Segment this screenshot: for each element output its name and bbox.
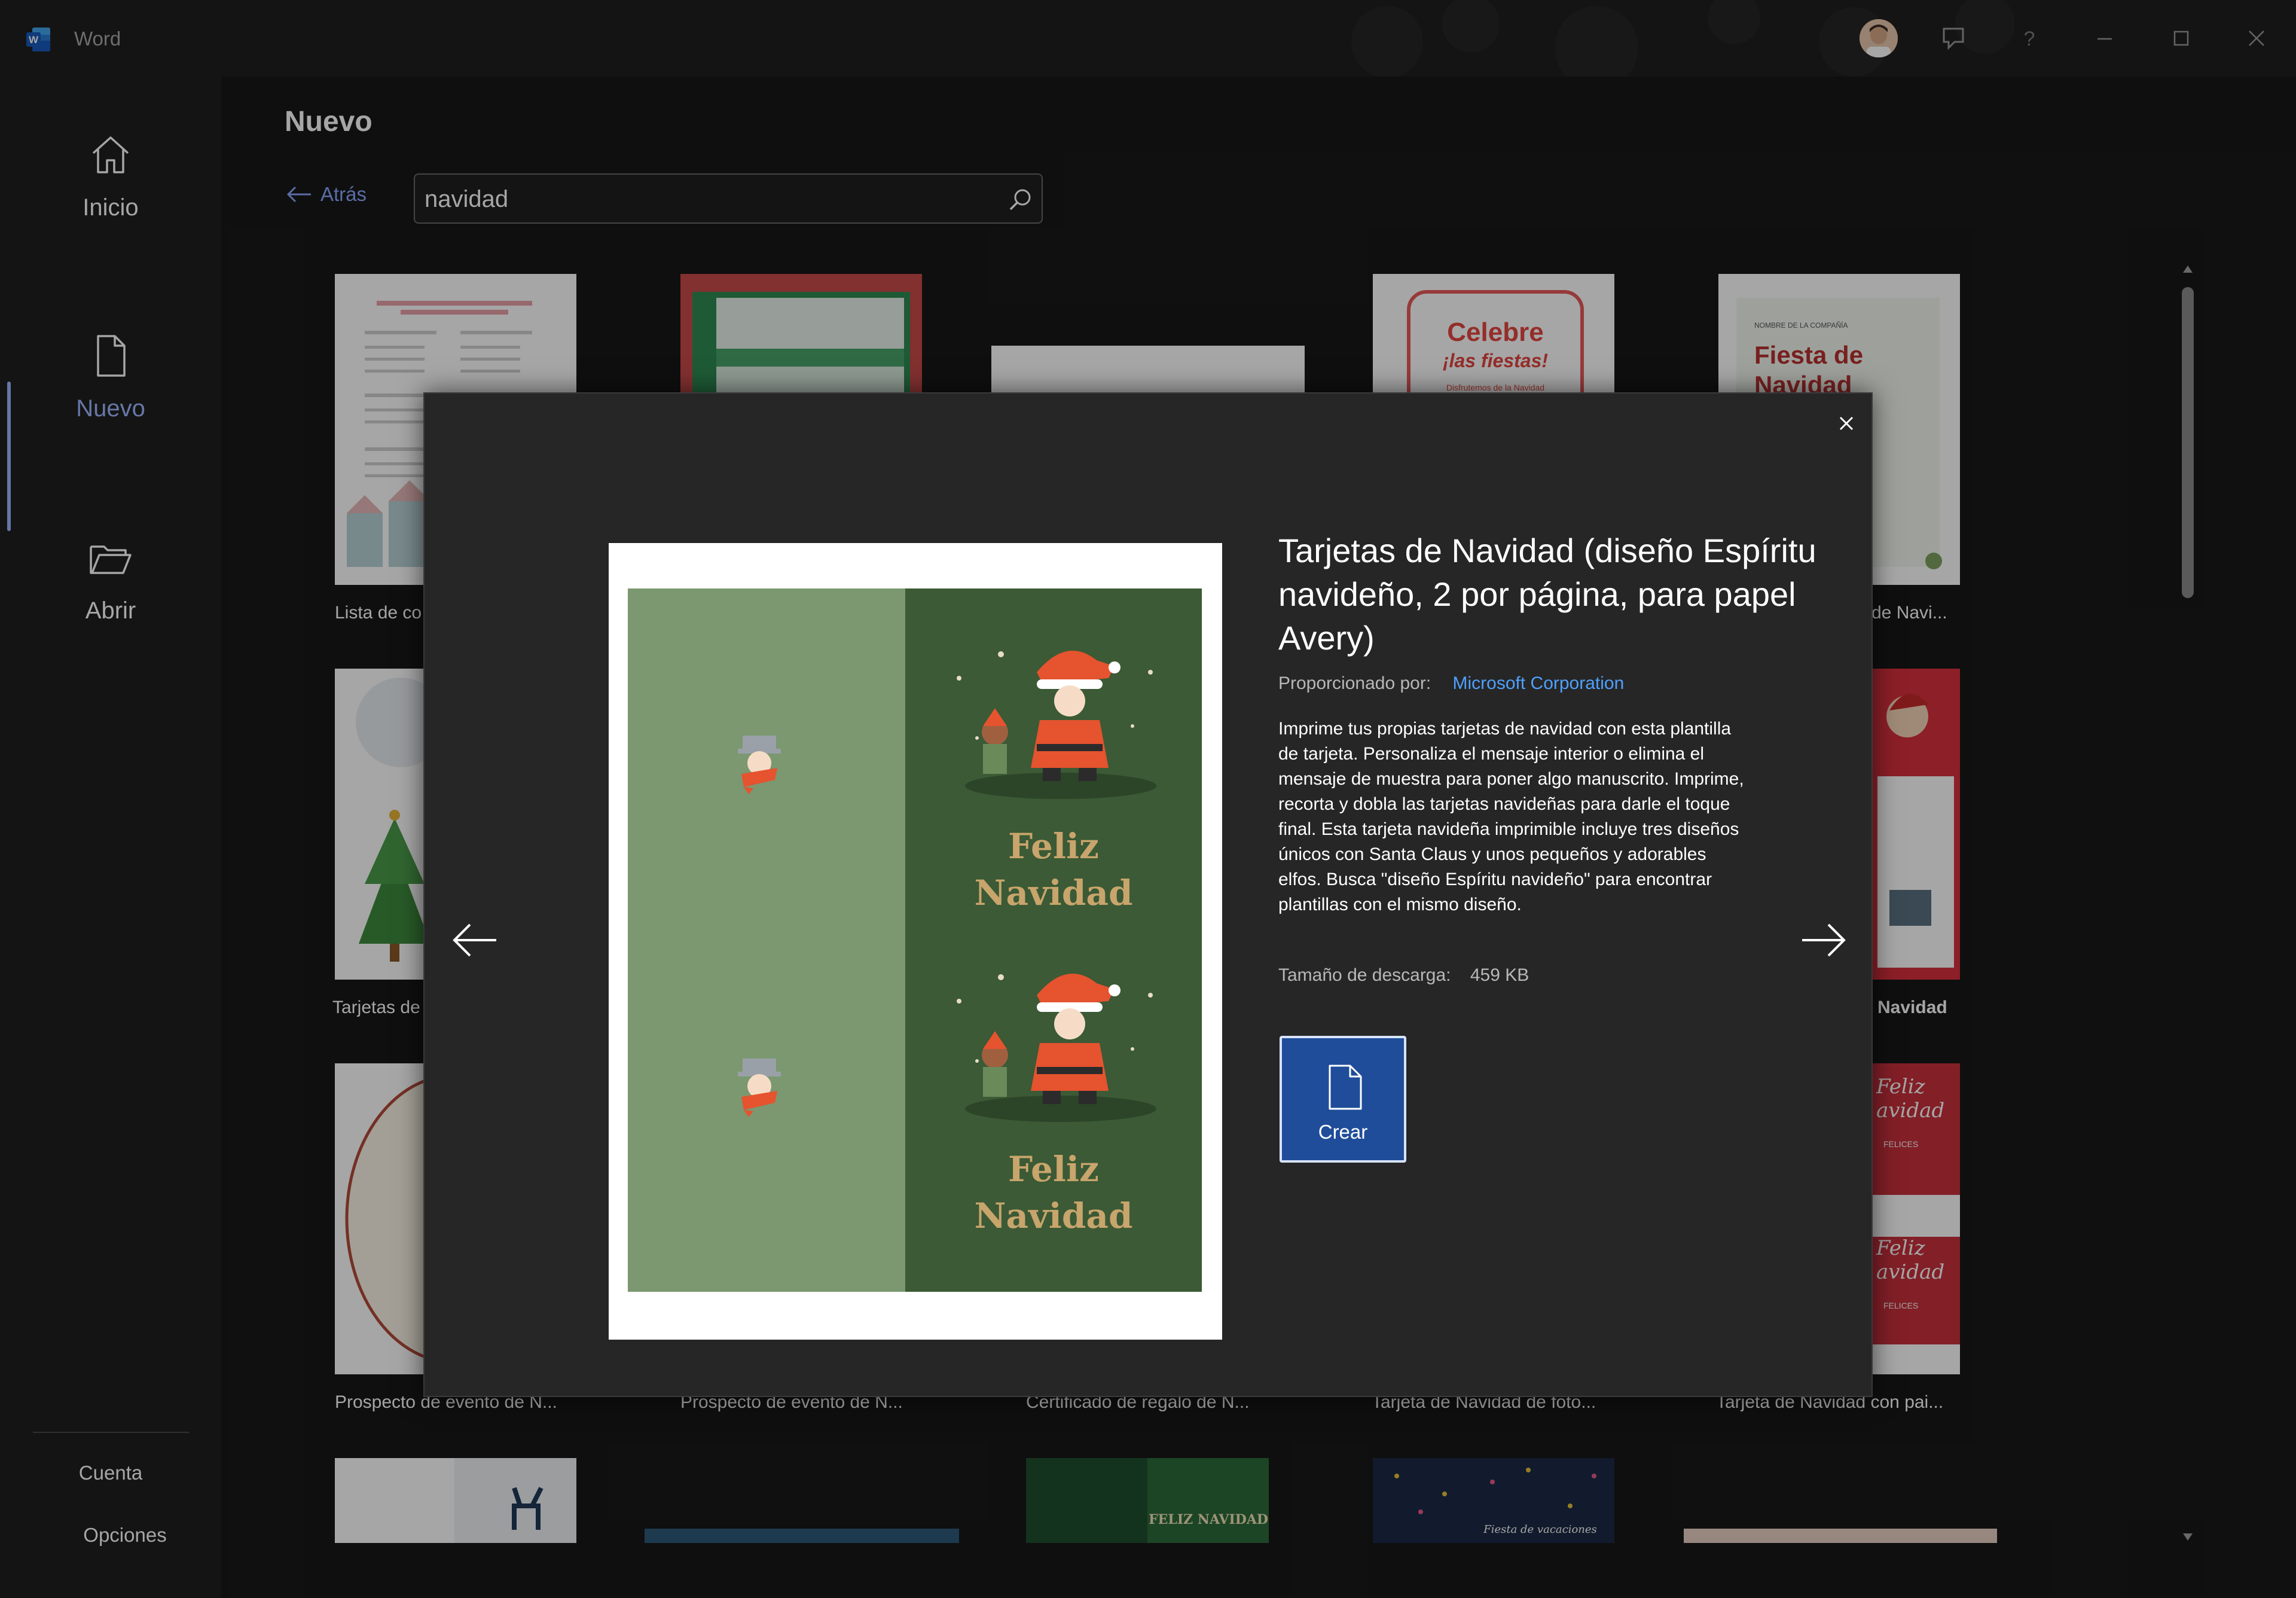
next-arrow-icon[interactable] [1795, 911, 1852, 969]
provider-row: Proporcionado por: Microsoft Corporation [1278, 673, 1624, 694]
card-front-panel: Feliz Navidad Feliz Navidad [905, 588, 1202, 1292]
close-icon[interactable] [1832, 409, 1861, 438]
template-title: Tarjetas de Navidad (diseño Espíritu nav… [1278, 532, 1816, 657]
santa-illustration-icon [957, 974, 1156, 1122]
template-preview-dialog: Feliz Navidad Feliz Navidad Tarjetas de … [423, 392, 1873, 1397]
download-size-value: 459 KB [1470, 965, 1529, 985]
elf-icon [738, 1059, 781, 1117]
template-description: Imprime tus propias tarjetas de navidad … [1278, 719, 1744, 914]
document-icon [1329, 1065, 1362, 1110]
greeting-line-2: Navidad [974, 873, 1133, 913]
download-size-label: Tamaño de descarga: [1278, 965, 1451, 985]
template-preview-image: Feliz Navidad Feliz Navidad [609, 543, 1222, 1340]
create-label: Crear [1318, 1121, 1368, 1143]
provider-link[interactable]: Microsoft Corporation [1453, 673, 1625, 693]
create-button[interactable]: Crear [1280, 1036, 1406, 1163]
greeting-line-1: Feliz [1008, 1149, 1099, 1190]
previous-arrow-icon[interactable] [446, 911, 503, 969]
elf-icon [738, 736, 781, 794]
card-inside-panel [628, 588, 905, 1292]
greeting-line-2: Navidad [974, 1196, 1133, 1236]
greeting-line-1: Feliz [1008, 826, 1099, 867]
download-size-row: Tamaño de descarga: 459 KB [1278, 965, 1529, 986]
provider-label: Proporcionado por: [1278, 673, 1431, 693]
santa-illustration-icon [957, 651, 1156, 799]
